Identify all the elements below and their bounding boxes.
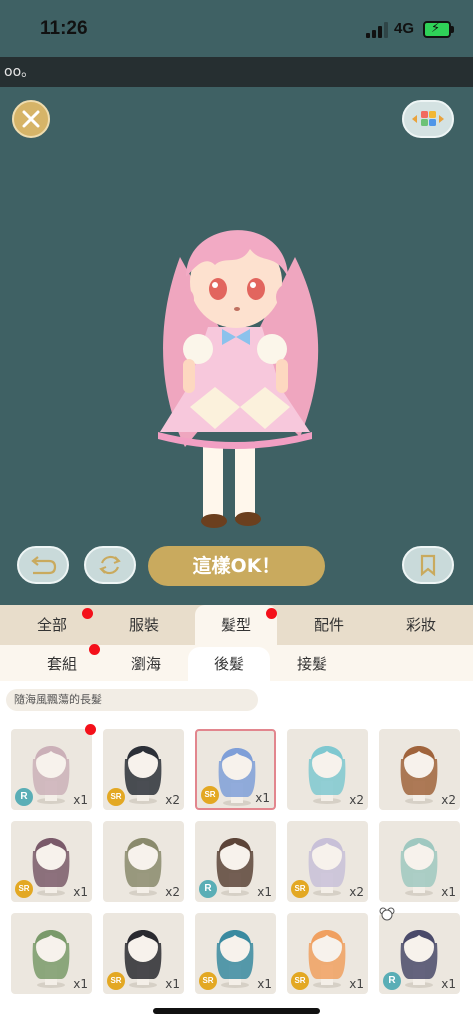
item-count: x2 xyxy=(349,885,364,899)
subcategory-tabs: 套組 瀏海 後髮 接髮 xyxy=(0,644,473,681)
hair-item-card[interactable]: SR x1 xyxy=(287,913,368,994)
rarity-badge: R xyxy=(199,880,217,898)
character-stage: 這樣OK！ xyxy=(0,87,473,605)
rarity-badge: SR xyxy=(201,786,219,804)
home-indicator xyxy=(153,1008,320,1014)
hair-item-card[interactable]: x2 xyxy=(287,729,368,810)
item-count: x1 xyxy=(165,977,180,991)
new-dot xyxy=(89,644,100,655)
signal-icon xyxy=(366,22,388,38)
avatar-character xyxy=(158,230,319,528)
refresh-icon xyxy=(99,555,121,575)
status-bar: 11:26 4G ⚡ xyxy=(0,0,473,56)
hair-item-card[interactable]: x1 xyxy=(11,913,92,994)
item-count: x2 xyxy=(165,793,180,807)
rarity-badge: SR xyxy=(107,972,125,990)
item-count: x2 xyxy=(441,793,456,807)
hair-item-card[interactable]: x2 xyxy=(103,821,184,902)
hair-item-card[interactable]: x1 xyxy=(379,821,460,902)
hair-item-card[interactable]: SR x2 xyxy=(103,729,184,810)
bookmark-icon xyxy=(420,554,436,577)
item-count: x1 xyxy=(73,977,88,991)
item-count: x2 xyxy=(165,885,180,899)
status-time: 11:26 xyxy=(40,18,88,39)
reset-button[interactable] xyxy=(84,546,136,584)
new-dot xyxy=(85,724,96,735)
rarity-badge: SR xyxy=(107,788,125,806)
hair-item-card[interactable]: Rx1 xyxy=(11,729,92,810)
rarity-badge: R xyxy=(383,972,401,990)
hair-item-card[interactable]: Rx1 xyxy=(379,907,460,994)
tab-clothing[interactable]: 服裝 xyxy=(104,605,184,645)
item-count: x1 xyxy=(441,885,456,899)
hair-item-card[interactable]: SR x1 xyxy=(195,729,276,810)
hair-item-card[interactable]: x2 xyxy=(379,729,460,810)
item-count: x1 xyxy=(257,977,272,991)
bear-icon xyxy=(379,907,395,921)
hair-item-card[interactable]: Rx1 xyxy=(195,821,276,902)
item-count: x1 xyxy=(257,885,272,899)
item-count: x1 xyxy=(255,791,270,805)
item-count: x1 xyxy=(441,977,456,991)
new-dot xyxy=(266,608,277,619)
item-description: 隨海風飄蕩的長髮 xyxy=(6,689,258,711)
item-panel: 隨海風飄蕩的長髮 Rx1 SR x2 SR x1 x2 x2 SR x1 x2 Rx1 SR x2 x1 x… xyxy=(0,681,473,1024)
rarity-badge: SR xyxy=(291,880,309,898)
battery-icon: ⚡ xyxy=(423,21,454,38)
item-count: x1 xyxy=(73,793,88,807)
rarity-badge: SR xyxy=(199,972,217,990)
rarity-badge: SR xyxy=(291,972,309,990)
category-tabs: 全部 服裝 髮型 配件 彩妝 xyxy=(0,605,473,645)
item-count: x1 xyxy=(73,885,88,899)
hair-item-card[interactable]: SR x1 xyxy=(11,821,92,902)
item-count: x1 xyxy=(349,977,364,991)
item-count: x2 xyxy=(349,793,364,807)
bookmark-button[interactable] xyxy=(402,546,454,584)
tab-accessories[interactable]: 配件 xyxy=(288,605,370,645)
subtab-bangs[interactable]: 瀏海 xyxy=(104,647,188,681)
confirm-ok-button[interactable]: 這樣OK！ xyxy=(148,546,325,586)
tab-hairstyle[interactable]: 髮型 xyxy=(195,605,277,645)
subtab-back-hair[interactable]: 後髮 xyxy=(188,647,270,681)
notice-ticker: oo。 xyxy=(0,57,473,87)
subtab-extensions[interactable]: 接髮 xyxy=(270,647,354,681)
network-type: 4G xyxy=(394,20,415,37)
new-dot xyxy=(82,608,93,619)
undo-button[interactable] xyxy=(17,546,69,584)
rarity-badge: R xyxy=(15,788,33,806)
undo-icon xyxy=(31,556,57,575)
tab-makeup[interactable]: 彩妝 xyxy=(380,605,462,645)
hair-item-card[interactable]: SR x1 xyxy=(103,913,184,994)
hair-item-card[interactable]: SR x2 xyxy=(287,821,368,902)
rarity-badge: SR xyxy=(15,880,33,898)
hair-item-card[interactable]: SR x1 xyxy=(195,913,276,994)
